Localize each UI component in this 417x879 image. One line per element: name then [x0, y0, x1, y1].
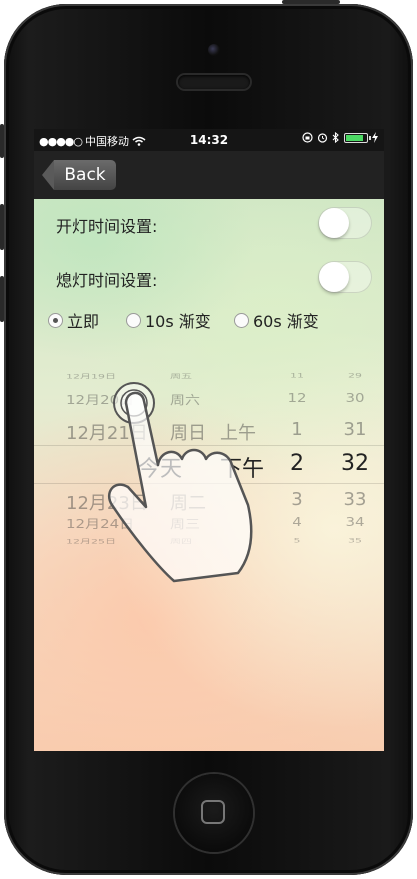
picker-minute: 34 — [345, 515, 365, 530]
picker-minute: 29 — [348, 372, 362, 380]
picker-minute: 35 — [348, 537, 362, 545]
fade-option-10s[interactable]: 10s 渐变 — [126, 308, 211, 332]
off-time-label: 熄灯时间设置: — [56, 271, 158, 290]
volume-up-button — [0, 204, 4, 250]
fade-option-label: 立即 — [67, 312, 100, 331]
fade-option-60s[interactable]: 60s 渐变 — [234, 308, 319, 332]
on-time-toggle[interactable] — [318, 207, 372, 239]
back-button[interactable]: Back — [42, 160, 116, 190]
radio-button-icon — [126, 312, 141, 328]
charging-bolt-icon — [372, 132, 378, 143]
picker-minute: 30 — [345, 391, 365, 406]
alarm-icon — [317, 133, 328, 143]
settings-content: 开灯时间设置: 熄灯时间设置: 立即 10s 渐变 60s 渐变 12月19日 — [34, 199, 384, 751]
volume-down-button — [0, 276, 4, 322]
navigation-bar: Back — [34, 151, 384, 199]
fade-option-label: 60s 渐变 — [253, 312, 319, 331]
battery-tip — [369, 135, 371, 140]
front-camera — [208, 44, 220, 56]
off-time-toggle[interactable] — [318, 261, 372, 293]
picker-minute: 33 — [343, 489, 367, 510]
on-time-label: 开灯时间设置: — [56, 217, 158, 236]
picker-minute: 31 — [343, 419, 367, 440]
fade-option-immediate[interactable]: 立即 — [48, 308, 99, 332]
tap-hand-icon — [107, 382, 253, 583]
toggle-knob — [319, 208, 349, 238]
picker-minute: 32 — [341, 451, 369, 476]
toggle-knob — [319, 262, 349, 292]
mute-switch — [0, 124, 4, 158]
radio-button-icon — [234, 312, 249, 328]
earpiece-speaker — [178, 75, 250, 89]
screen: ●●●●○ 中国移动 14:32 Back 开灯时间设置: 熄灯时间设置: 立即… — [34, 129, 384, 751]
power-button — [282, 0, 340, 4]
back-button-label: Back — [54, 160, 116, 190]
back-arrow-icon — [42, 160, 54, 190]
status-bar: ●●●●○ 中国移动 14:32 — [34, 129, 384, 151]
home-square-icon — [201, 800, 225, 824]
battery-fill — [346, 134, 363, 141]
home-button[interactable] — [175, 774, 253, 852]
radio-button-icon — [48, 312, 63, 328]
rotation-lock-icon — [302, 132, 313, 143]
fade-option-label: 10s 渐变 — [145, 312, 211, 331]
bluetooth-icon — [332, 132, 339, 143]
battery-icon — [344, 132, 371, 143]
fade-options: 立即 10s 渐变 60s 渐变 — [48, 307, 378, 332]
